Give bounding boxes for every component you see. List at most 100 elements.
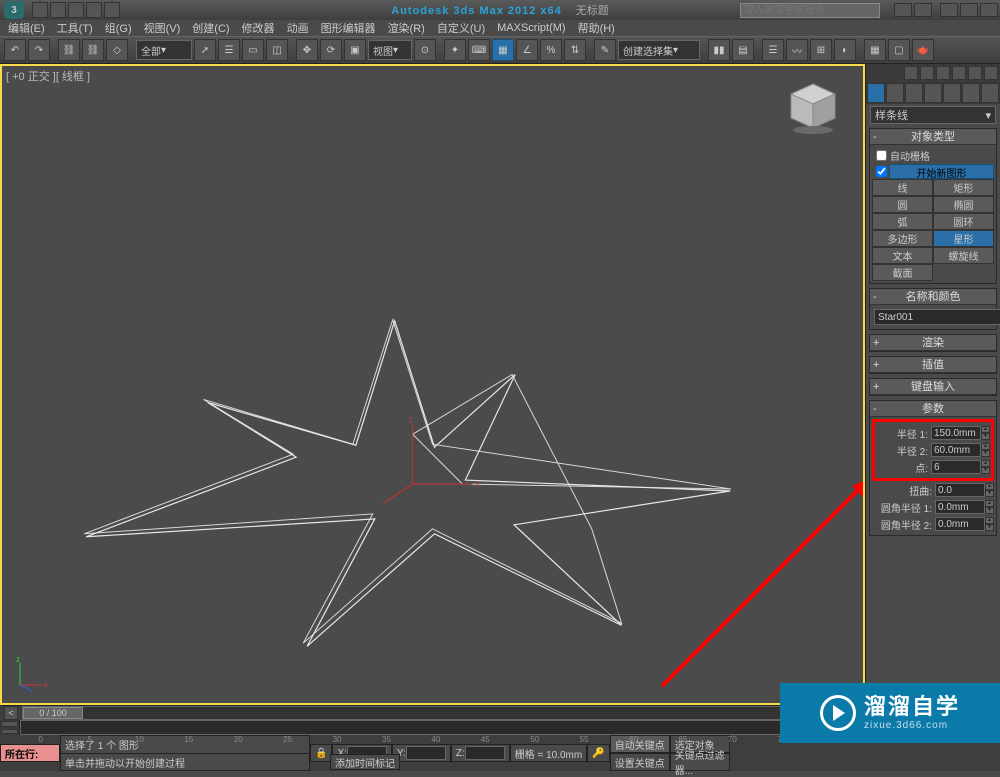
move-button[interactable]: ✥ [296,39,318,61]
spin-up-icon[interactable]: ▲ [981,460,990,467]
autokey-button[interactable]: 自动关键点 [610,735,670,753]
rotate-button[interactable]: ⟳ [320,39,342,61]
manipulate-button[interactable]: ✦ [444,39,466,61]
spin-down-icon[interactable]: ▼ [981,467,990,474]
setkey-button[interactable]: 设置关键点 [610,753,670,771]
minimize-button[interactable] [940,3,958,17]
shape-helix-button[interactable]: 螺旋线 [933,247,994,264]
qat-open-icon[interactable] [50,2,66,18]
spin-down-icon[interactable]: ▼ [985,524,994,531]
menu-view[interactable]: 视图(V) [140,20,185,36]
shape-rect-button[interactable]: 矩形 [933,179,994,196]
edit-named-sel-button[interactable]: ✎ [594,39,616,61]
tab-motion[interactable] [924,83,942,103]
fillet1-input[interactable]: 0.0mm [935,500,985,514]
select-region-button[interactable]: ▭ [242,39,264,61]
key-icon[interactable]: 🔑 [587,744,609,762]
hammer-icon[interactable] [936,66,950,80]
rollout-header[interactable]: +键盘输入 [870,379,996,395]
z-input[interactable] [465,746,505,760]
bind-button[interactable]: ◇ [106,39,128,61]
y-input[interactable] [406,746,446,760]
angle-snap-button[interactable]: ∠ [516,39,538,61]
maxscript-line[interactable]: 所在行: [0,744,60,762]
shape-star-button[interactable]: 星形 [933,230,994,247]
category-dropdown[interactable]: 样条线▾ [870,106,996,124]
menu-create[interactable]: 创建(C) [188,20,233,36]
undo-button[interactable]: ↶ [4,39,26,61]
menu-animation[interactable]: 动画 [283,20,313,36]
percent-snap-button[interactable]: % [540,39,562,61]
distortion-input[interactable]: 0.0 [935,483,985,497]
render-frame-button[interactable]: ▢ [888,39,910,61]
menu-help[interactable]: 帮助(H) [574,20,619,36]
keyfilter-button[interactable]: 关键点过滤器... [670,753,730,771]
schematic-button[interactable]: ⊞ [810,39,832,61]
shape-ngon-button[interactable]: 多边形 [872,230,933,247]
link-button[interactable]: ⛓ [58,39,80,61]
close-button[interactable] [980,3,998,17]
render-button[interactable]: 🫖 [912,39,934,61]
auto-grid-checkbox[interactable]: 自动栅格 [872,147,994,163]
align-button[interactable]: ▤ [732,39,754,61]
points-input[interactable]: 6 [931,460,981,474]
help-search-input[interactable] [740,3,880,18]
tab-create[interactable] [867,83,885,103]
util-icon[interactable] [968,66,982,80]
scale-button[interactable]: ▣ [344,39,366,61]
shape-text-button[interactable]: 文本 [872,247,933,264]
menu-render[interactable]: 渲染(R) [384,20,429,36]
window-crossing-button[interactable]: ◫ [266,39,288,61]
spin-up-icon[interactable]: ▲ [985,500,994,507]
rollout-header[interactable]: -名称和颜色 [870,289,996,305]
viewcube-icon[interactable] [783,76,843,136]
globe-icon[interactable] [904,66,918,80]
radius2-input[interactable]: 60.0mm [931,443,981,457]
spin-down-icon[interactable]: ▼ [981,433,990,440]
viewport[interactable]: x z x z [0,64,865,705]
named-selection-dropdown[interactable]: 创建选择集 ▾ [618,40,700,60]
rollout-header[interactable]: -参数 [870,401,996,417]
spin-down-icon[interactable]: ▼ [985,490,994,497]
layer-button[interactable]: ☰ [762,39,784,61]
menu-modifiers[interactable]: 修改器 [238,20,279,36]
spin-down-icon[interactable]: ▼ [981,450,990,457]
app-logo-icon[interactable]: 3 [4,1,24,19]
redo-button[interactable]: ↷ [28,39,50,61]
mirror-button[interactable]: ▮▮ [708,39,730,61]
time-thumb[interactable]: 0 / 100 [23,707,83,719]
tab-extra[interactable] [981,83,999,103]
menu-group[interactable]: 组(G) [101,20,136,36]
trackbar-toggle[interactable] [0,720,20,735]
signin-icon[interactable] [914,3,932,17]
menu-edit[interactable]: 编辑(E) [4,20,49,36]
unlink-button[interactable]: ⛓ [82,39,104,61]
maximize-button[interactable] [960,3,978,17]
pivot-button[interactable]: ⊙ [414,39,436,61]
shape-section-button[interactable]: 截面 [872,264,933,281]
rollout-header[interactable]: -对象类型 [870,129,996,145]
start-new-shape[interactable]: 开始新图形 [872,163,994,179]
wand-icon[interactable] [920,66,934,80]
material-editor-button[interactable]: ◐ [834,39,856,61]
tab-display[interactable] [943,83,961,103]
qat-new-icon[interactable] [32,2,48,18]
snap-toggle-button[interactable]: ▦ [492,39,514,61]
shape-ellipse-button[interactable]: 椭圆 [933,196,994,213]
select-name-button[interactable]: ☰ [218,39,240,61]
menu-maxscript[interactable]: MAXScript(M) [493,22,569,34]
object-name-input[interactable] [874,309,1000,325]
ref-coord-dropdown[interactable]: 视图 ▾ [368,40,412,60]
more-icon[interactable] [984,66,998,80]
shape-line-button[interactable]: 线 [872,179,933,196]
viewport-label[interactable]: [ +0 正交 ][ 线框 ] [6,68,90,84]
display-icon[interactable] [952,66,966,80]
selection-filter-dropdown[interactable]: 全部 ▾ [136,40,192,60]
tab-modify[interactable] [886,83,904,103]
rollout-header[interactable]: +渲染 [870,335,996,351]
spin-up-icon[interactable]: ▲ [985,483,994,490]
curve-editor-button[interactable]: 〰 [786,39,808,61]
tab-hierarchy[interactable] [905,83,923,103]
shape-circle-button[interactable]: 圆 [872,196,933,213]
qat-redo-icon[interactable] [104,2,120,18]
